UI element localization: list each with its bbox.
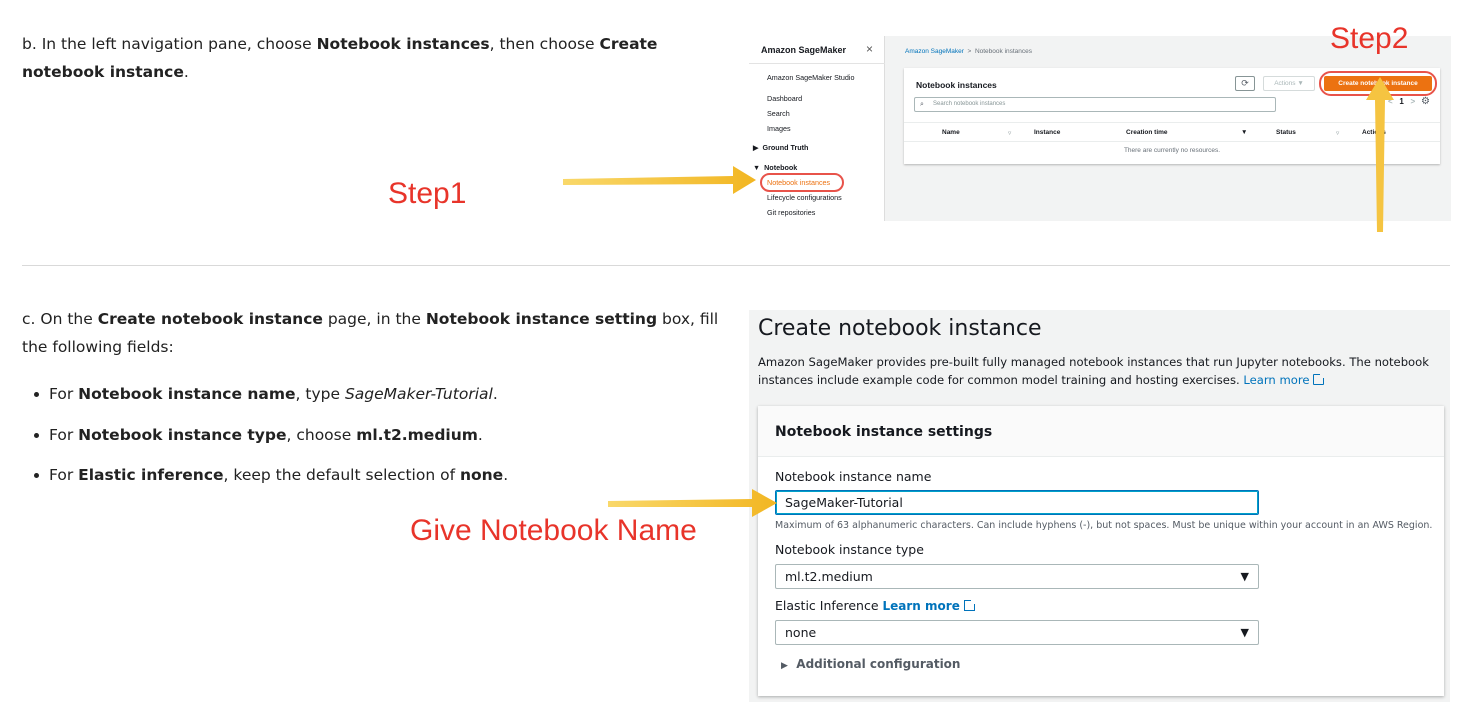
left-navigation-pane: Amazon SageMaker × Amazon SageMaker Stud…	[749, 36, 885, 221]
nav-group-notebook[interactable]: ▼ Notebook	[753, 163, 797, 172]
sagemaker-console-screenshot: Amazon SageMaker × Amazon SageMaker Stud…	[749, 36, 1451, 221]
notebook-name-hint: Maximum of 63 alphanumeric characters. C…	[775, 520, 1433, 531]
search-icon: ⌕	[920, 101, 924, 108]
expand-icon: ▶	[781, 661, 788, 671]
notebook-name-label: Notebook instance name	[775, 469, 932, 484]
arrow-to-notebook-instances	[563, 166, 756, 194]
breadcrumb: Amazon SageMaker > Notebook instances	[905, 48, 1033, 55]
nav-item-dashboard[interactable]: Dashboard	[767, 94, 802, 103]
nav-group-ground-truth[interactable]: ▶ Ground Truth	[753, 143, 808, 152]
page-title: Create notebook instance	[758, 316, 1042, 341]
field-instructions-list: For Notebook instance name, type SageMak…	[34, 380, 508, 502]
empty-table-message: There are currently no resources.	[1123, 147, 1221, 154]
notebook-instance-settings-card: Notebook instance settings Notebook inst…	[758, 406, 1444, 696]
nav-brand-title: Amazon SageMaker	[761, 45, 847, 55]
elastic-inference-learn-more-link[interactable]: Learn more	[883, 599, 960, 613]
card-header: Notebook instance settings	[758, 406, 1444, 457]
step-b-instructions: b. In the left navigation pane, choose N…	[22, 35, 658, 81]
page-description: Amazon SageMaker provides pre-built full…	[758, 355, 1429, 387]
actions-dropdown[interactable]: Actions ▼	[1263, 76, 1315, 91]
close-icon[interactable]: ×	[866, 42, 873, 56]
create-notebook-instance-screenshot: Create notebook instance Amazon SageMake…	[749, 310, 1450, 702]
elastic-inference-select[interactable]: none ▼	[775, 620, 1259, 645]
pager-page-number[interactable]: 1	[1399, 97, 1403, 106]
column-header-status[interactable]: Status	[1276, 129, 1296, 136]
sort-icon[interactable]: ▿	[1336, 129, 1339, 137]
breadcrumb-current: Notebook instances	[974, 48, 1033, 55]
notebook-instances-panel: Notebook instances ⟳ Actions ▼ Create no…	[904, 68, 1440, 164]
list-item: For Notebook instance type, choose ml.t2…	[34, 421, 508, 462]
nav-item-git-repositories[interactable]: Git repositories	[767, 208, 815, 217]
pager-prev-button[interactable]: <	[1388, 97, 1393, 106]
notebook-instances-page: Amazon SageMaker > Notebook instances No…	[886, 36, 1451, 221]
gear-icon[interactable]: ⚙	[1421, 96, 1430, 107]
step1-annotation: Step1	[388, 177, 467, 210]
card-title: Notebook instance settings	[775, 424, 993, 440]
column-header-actions: Actions	[1362, 129, 1386, 136]
give-notebook-name-annotation: Give Notebook Name	[410, 514, 697, 547]
pager-next-button[interactable]: >	[1410, 97, 1415, 106]
refresh-icon: ⟳	[1241, 78, 1249, 88]
learn-more-link[interactable]: Learn more	[1243, 373, 1309, 387]
panel-title: Notebook instances	[916, 80, 997, 90]
notebook-name-input[interactable]: SageMaker-Tutorial	[775, 490, 1259, 515]
sort-icon[interactable]: ▼	[1241, 129, 1247, 136]
external-link-icon	[963, 599, 976, 611]
section-divider	[22, 265, 1450, 266]
column-header-creation-time[interactable]: Creation time	[1126, 129, 1168, 136]
nav-item-studio[interactable]: Amazon SageMaker Studio	[767, 73, 855, 82]
highlight-circle	[1319, 71, 1437, 96]
nav-item-lifecycle-configurations[interactable]: Lifecycle configurations	[767, 193, 842, 202]
external-link-icon	[1313, 372, 1326, 385]
column-header-name[interactable]: Name	[942, 129, 960, 136]
elastic-inference-label: Elastic Inference Learn more	[775, 598, 976, 613]
highlight-circle	[760, 173, 844, 192]
search-input[interactable]: ⌕ Search notebook instances	[914, 97, 1276, 112]
instance-type-label: Notebook instance type	[775, 542, 924, 557]
column-header-instance[interactable]: Instance	[1034, 129, 1060, 136]
step-c-instructions: c. On the Create notebook instance page,…	[22, 310, 719, 356]
pagination: < 1 >	[1388, 97, 1415, 106]
additional-configuration-toggle[interactable]: ▶ Additional configuration	[781, 657, 960, 671]
step2-annotation: Step2	[1330, 22, 1409, 55]
list-item: For Notebook instance name, type SageMak…	[34, 380, 508, 421]
nav-item-images[interactable]: Images	[767, 124, 791, 133]
table-header: Name ▿ Instance Creation time ▼ Status ▿…	[904, 122, 1440, 142]
chevron-down-icon: ▼	[1240, 626, 1249, 639]
list-item: For Elastic inference, keep the default …	[34, 461, 508, 502]
refresh-button[interactable]: ⟳	[1235, 76, 1255, 91]
chevron-down-icon: ▼	[1240, 570, 1249, 583]
breadcrumb-root-link[interactable]: Amazon SageMaker	[905, 48, 964, 55]
sort-icon[interactable]: ▿	[1008, 129, 1011, 137]
instance-type-select[interactable]: ml.t2.medium ▼	[775, 564, 1259, 589]
nav-item-search[interactable]: Search	[767, 109, 790, 118]
